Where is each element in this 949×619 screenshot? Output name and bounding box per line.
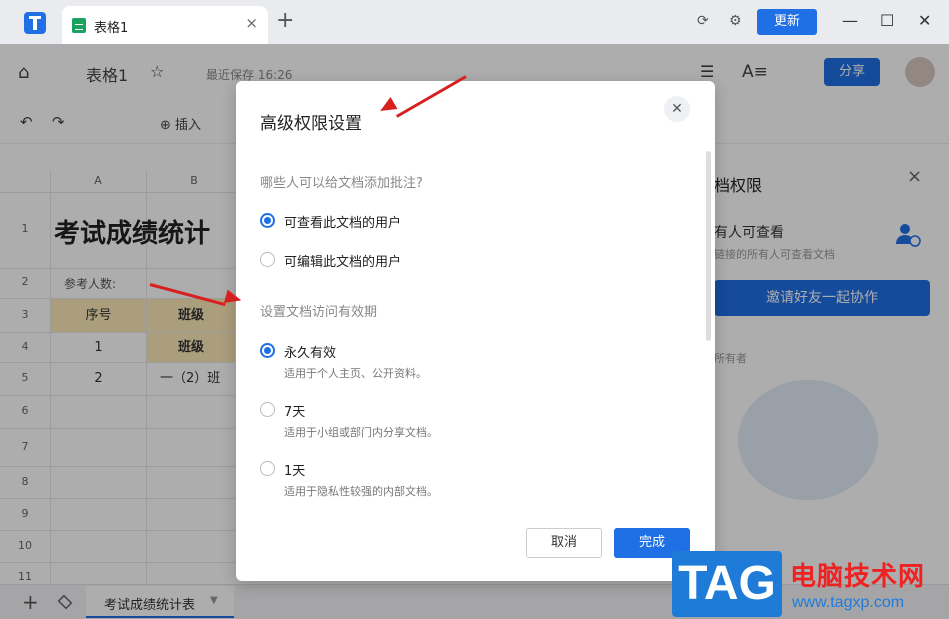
radio-comment-editors[interactable]: [260, 252, 275, 267]
option-permanent-desc: 适用于个人主页、公开资料。: [284, 367, 427, 380]
app-logo-icon[interactable]: [24, 12, 46, 34]
dialog-close-icon[interactable]: ✕: [664, 96, 690, 122]
tab-title: 表格1: [94, 21, 129, 36]
option-1day-desc: 适用于隐私性较强的内部文档。: [284, 485, 438, 498]
settings-gear-icon[interactable]: ⚙: [729, 13, 742, 29]
watermark-url: www.tagxp.com: [792, 594, 905, 611]
spreadsheet-file-icon: [72, 18, 86, 33]
option-7days-desc: 适用于小组或部门内分享文档。: [284, 426, 438, 439]
option-validity-1day[interactable]: 1天: [284, 460, 305, 479]
dialog-scrollbar[interactable]: [706, 151, 711, 341]
dialog-title: 高级权限设置: [260, 114, 362, 134]
maximize-button[interactable]: ☐: [880, 11, 894, 30]
cancel-button[interactable]: 取消: [526, 528, 602, 558]
option-comment-editors[interactable]: 可编辑此文档的用户: [284, 251, 401, 270]
watermark-site-name: 电脑技术网: [790, 562, 926, 592]
advanced-permission-dialog: 高级权限设置 ✕ 哪些人可以给文档添加批注? 可查看此文档的用户 可编辑此文档的…: [236, 81, 715, 581]
close-window-button[interactable]: ✕: [918, 11, 931, 30]
tab-close-icon[interactable]: ×: [245, 14, 258, 32]
option-comment-viewers[interactable]: 可查看此文档的用户: [284, 212, 401, 231]
validity-heading: 设置文档访问有效期: [260, 305, 378, 320]
radio-validity-1day[interactable]: [260, 461, 275, 476]
minimize-button[interactable]: —: [842, 11, 858, 30]
watermark-tag-logo: TAG: [672, 551, 782, 617]
update-button[interactable]: 更新: [757, 9, 817, 35]
radio-validity-7days[interactable]: [260, 402, 275, 417]
option-validity-7days[interactable]: 7天: [284, 401, 305, 420]
radio-validity-permanent[interactable]: [260, 343, 275, 358]
sync-icon[interactable]: ⟳: [697, 13, 709, 29]
comment-permission-heading: 哪些人可以给文档添加批注?: [260, 176, 423, 191]
new-tab-button[interactable]: +: [276, 9, 294, 33]
radio-comment-viewers[interactable]: [260, 213, 275, 228]
document-tab[interactable]: 表格1 ×: [62, 6, 268, 44]
option-validity-permanent[interactable]: 永久有效: [284, 342, 336, 361]
